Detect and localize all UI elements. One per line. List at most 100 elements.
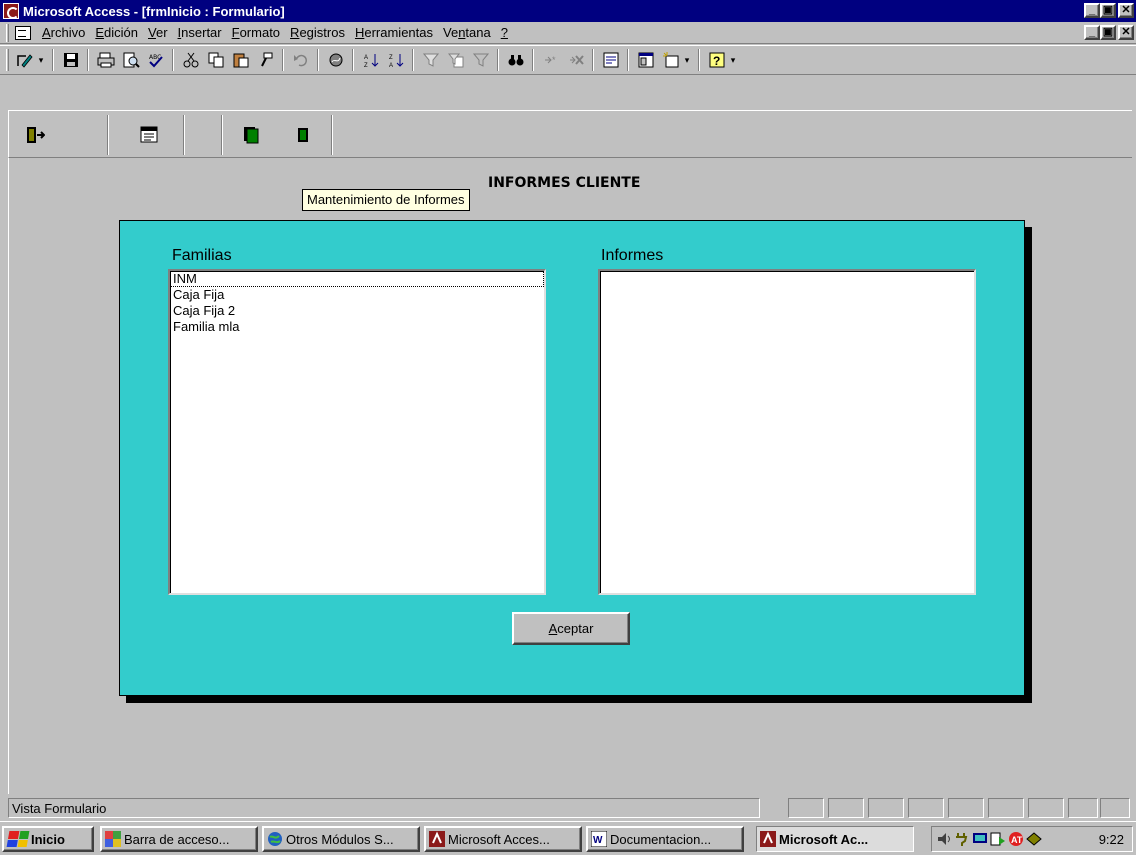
start-button[interactable]: Inicio	[2, 826, 94, 852]
filter-by-form-icon[interactable]	[444, 49, 467, 71]
accept-button[interactable]: Aceptar	[512, 612, 630, 645]
taskbar-item-barra-acceso[interactable]: Barra de acceso...	[100, 826, 258, 852]
copy-icon[interactable]	[204, 49, 227, 71]
menu-insertar[interactable]: Insertar	[173, 25, 227, 40]
spelling-icon[interactable]: ABC	[144, 49, 167, 71]
menu-ver[interactable]: Ver	[143, 25, 173, 40]
minimize-button[interactable]: _	[1084, 3, 1100, 18]
menu-help[interactable]: ?	[496, 25, 513, 40]
save-icon[interactable]	[59, 49, 82, 71]
hyperlink-icon[interactable]	[324, 49, 347, 71]
clock[interactable]: 9:22	[1099, 832, 1124, 847]
window-title: Microsoft Access - [frmInicio : Formular…	[23, 3, 285, 19]
reports-listbox[interactable]	[598, 269, 976, 595]
form-document-icon[interactable]	[15, 25, 31, 40]
word-icon: W	[591, 831, 607, 847]
copy-records-button[interactable]	[231, 117, 271, 153]
taskbar-item-microsoft-access-1[interactable]: Microsoft Acces...	[424, 826, 582, 852]
access-icon	[429, 831, 445, 847]
toolbar-divider	[107, 115, 109, 155]
exit-door-icon	[27, 127, 45, 143]
design-view-icon[interactable]	[13, 49, 36, 71]
list-item[interactable]: Familia mla	[170, 319, 544, 335]
access-app-icon[interactable]	[3, 3, 19, 19]
menu-archivo[interactable]: Archivo	[37, 25, 90, 40]
delete-record-icon[interactable]	[564, 49, 587, 71]
tray-app-icon[interactable]	[1026, 831, 1042, 847]
toolbar-grip[interactable]	[6, 49, 9, 71]
toolbar-separator	[627, 49, 629, 71]
status-indicator	[1028, 798, 1064, 818]
menu-edicion[interactable]: Edición	[90, 25, 143, 40]
restore-button[interactable]: ▣	[1100, 3, 1116, 18]
sort-descending-icon[interactable]: ZA	[384, 49, 407, 71]
find-icon[interactable]	[504, 49, 527, 71]
close-button[interactable]: ✕	[1118, 3, 1134, 18]
antivirus-icon[interactable]: AT	[1008, 831, 1024, 847]
network-icon[interactable]	[972, 831, 988, 847]
status-text: Vista Formulario	[8, 798, 760, 818]
families-listbox[interactable]: INM Caja Fija Caja Fija 2 Familia mla	[168, 269, 546, 595]
list-item[interactable]: Caja Fija 2	[170, 303, 544, 319]
undo-icon[interactable]	[289, 49, 312, 71]
doc-restore-button[interactable]: ▣	[1100, 25, 1116, 40]
stacked-documents-icon	[244, 127, 259, 144]
book-button[interactable]	[283, 117, 323, 153]
window-controls: _ ▣ ✕	[1084, 3, 1134, 18]
svg-text:AT: AT	[1011, 835, 1023, 845]
doc-close-button[interactable]: ✕	[1118, 25, 1134, 40]
filter-by-selection-icon[interactable]	[419, 49, 442, 71]
plug-icon[interactable]	[954, 831, 970, 847]
status-indicator	[1068, 798, 1098, 818]
svg-text:A: A	[364, 55, 368, 61]
database-window-icon[interactable]	[634, 49, 657, 71]
toolbar-separator	[317, 49, 319, 71]
cut-icon[interactable]	[179, 49, 202, 71]
access-icon	[760, 831, 776, 847]
taskbar-item-microsoft-access-2[interactable]: Microsoft Ac...	[756, 826, 914, 852]
toolbar-divider	[183, 115, 185, 155]
taskbar-item-otros-modulos[interactable]: Otros Módulos S...	[262, 826, 420, 852]
new-record-icon[interactable]: *	[539, 49, 562, 71]
menu-grip[interactable]	[6, 23, 9, 42]
report-form-icon	[140, 126, 158, 143]
report-maintenance-button[interactable]	[129, 117, 169, 153]
toolbar-separator	[52, 49, 54, 71]
toolbar-separator	[87, 49, 89, 71]
new-object-dropdown-icon[interactable]: ▾	[681, 49, 693, 71]
volume-icon[interactable]	[936, 831, 952, 847]
families-label: Familias	[172, 247, 232, 264]
new-object-icon[interactable]	[659, 49, 682, 71]
format-painter-icon[interactable]	[254, 49, 277, 71]
book-icon	[298, 128, 308, 142]
print-icon[interactable]	[94, 49, 117, 71]
schedule-icon[interactable]	[990, 831, 1006, 847]
sort-ascending-icon[interactable]: AZ	[359, 49, 382, 71]
status-indicator	[948, 798, 984, 818]
tooltip: Mantenimiento de Informes	[302, 189, 470, 211]
menu-ventana[interactable]: Ventana	[438, 25, 496, 40]
status-indicator	[988, 798, 1024, 818]
svg-text:A: A	[389, 63, 393, 68]
menu-herramientas[interactable]: Herramientas	[350, 25, 438, 40]
help-icon[interactable]: ?	[705, 49, 728, 71]
taskbar: Inicio Barra de acceso... Otros Módulos …	[0, 821, 1136, 855]
properties-icon[interactable]	[599, 49, 622, 71]
menu-registros[interactable]: Registros	[285, 25, 350, 40]
svg-text:Z: Z	[364, 63, 368, 68]
form-view-toolbar: ▾ ABC AZ ZA * ▾ ? ▾	[0, 45, 1136, 75]
windows-logo-icon	[6, 831, 30, 847]
exit-button[interactable]	[15, 117, 55, 153]
view-dropdown-icon[interactable]: ▾	[35, 49, 47, 71]
apply-filter-icon[interactable]	[469, 49, 492, 71]
taskbar-item-documentacion[interactable]: W Documentacion...	[586, 826, 744, 852]
paste-icon[interactable]	[229, 49, 252, 71]
system-tray: AT 9:22	[931, 826, 1133, 852]
list-item[interactable]: Caja Fija	[170, 287, 544, 303]
doc-minimize-button[interactable]: _	[1084, 25, 1100, 40]
toolbar-separator	[172, 49, 174, 71]
help-dropdown-icon[interactable]: ▾	[727, 49, 739, 71]
print-preview-icon[interactable]	[119, 49, 142, 71]
list-item[interactable]: INM	[170, 271, 544, 287]
menu-formato[interactable]: Formato	[227, 25, 285, 40]
